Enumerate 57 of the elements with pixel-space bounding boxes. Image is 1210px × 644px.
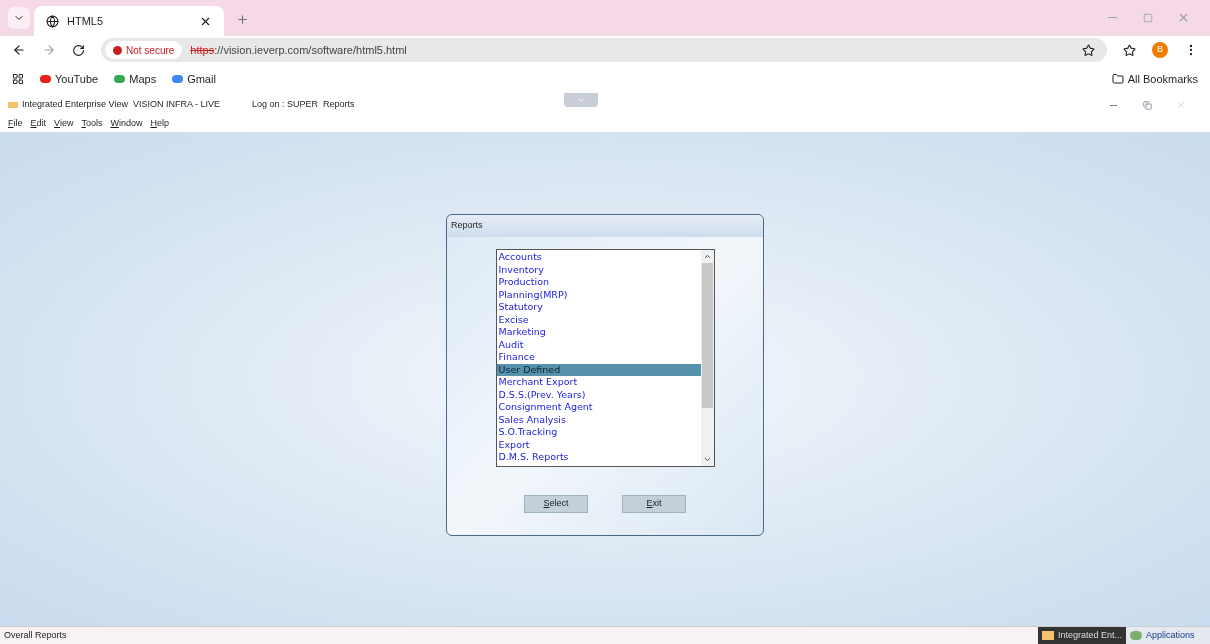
- list-item[interactable]: Export: [496, 438, 701, 451]
- list-item[interactable]: Merchant Export: [496, 376, 701, 389]
- all-bookmarks-link[interactable]: All Bookmarks: [1111, 70, 1198, 88]
- menu-item[interactable]: Window: [110, 117, 143, 131]
- list-item[interactable]: S.O.Tracking: [496, 426, 701, 439]
- back-icon[interactable]: [12, 43, 26, 57]
- new-tab-icon[interactable]: [236, 13, 249, 26]
- scroll-up-icon[interactable]: [702, 252, 712, 261]
- taskbar-item[interactable]: Integrated Ent...: [1037, 626, 1126, 644]
- bookmark-star-icon[interactable]: [1082, 43, 1095, 57]
- bookmark-link[interactable]: Maps: [114, 70, 157, 88]
- logon-text: Log on : SUPER Reports: [251, 98, 355, 112]
- list-item[interactable]: Excise: [496, 313, 701, 326]
- forward-icon[interactable]: [42, 43, 56, 57]
- dialog-button[interactable]: Exit: [622, 495, 686, 513]
- bookmarks-icon[interactable]: [1123, 43, 1136, 57]
- list-item[interactable]: D.M.S. Reports: [496, 451, 701, 464]
- list-item[interactable]: Marketing: [496, 326, 701, 339]
- url-text: https://vision.ieverp.com/software/html5.html: [190, 42, 408, 58]
- scroll-down-icon[interactable]: [702, 455, 712, 464]
- list-item[interactable]: Inventory: [496, 263, 701, 276]
- dialog-button[interactable]: Select: [524, 495, 588, 513]
- list-item[interactable]: D.S.S.(Prev. Years): [496, 388, 701, 401]
- status-text: Overall Reports: [3, 628, 68, 642]
- menu-item[interactable]: Help: [150, 117, 169, 131]
- security-chip[interactable]: Not secure: [105, 41, 183, 59]
- folder-icon: [1111, 73, 1124, 85]
- list-item[interactable]: Finance: [496, 351, 701, 364]
- menu-item[interactable]: Tools: [81, 117, 103, 131]
- reload-icon[interactable]: [72, 43, 85, 57]
- reports-list[interactable]: [495, 249, 715, 467]
- app-logo-icon: [8, 102, 18, 108]
- chevron-down-icon: [576, 95, 587, 105]
- list-item[interactable]: Production: [496, 276, 701, 289]
- list-item[interactable]: Consignment Agent: [496, 401, 701, 414]
- scrollbar[interactable]: [700, 250, 714, 466]
- list-item[interactable]: User Defined: [496, 363, 701, 376]
- menu-item[interactable]: View: [54, 117, 74, 131]
- list-item[interactable]: Statutory: [496, 301, 701, 314]
- menu-item[interactable]: File: [8, 117, 23, 131]
- list-item[interactable]: Audit: [496, 338, 701, 351]
- tab-list-button[interactable]: [8, 7, 30, 29]
- globe-icon: [46, 14, 59, 28]
- bookmark-link[interactable]: Gmail: [172, 70, 216, 88]
- app-title: Integrated Enterprise View VISION INFRA - LIVE: [22, 98, 220, 112]
- list-item[interactable]: Sales Analysis: [496, 413, 701, 426]
- dialog-title: Reports: [447, 215, 763, 237]
- address-bar[interactable]: Not secure https://vision.ieverp.com/software/html5.html: [101, 38, 1107, 62]
- browser-tab[interactable]: HTML5: [34, 6, 224, 36]
- tab-title: HTML5: [67, 13, 105, 29]
- menu-item[interactable]: Edit: [30, 117, 47, 131]
- list-item[interactable]: Planning(MRP): [496, 288, 701, 301]
- list-item[interactable]: Accounts: [496, 251, 701, 264]
- taskbar-item[interactable]: Applications: [1126, 626, 1210, 644]
- restore-icon[interactable]: [1143, 100, 1152, 110]
- apps-icon[interactable]: [12, 73, 24, 85]
- bookmark-link[interactable]: YouTube: [40, 70, 99, 88]
